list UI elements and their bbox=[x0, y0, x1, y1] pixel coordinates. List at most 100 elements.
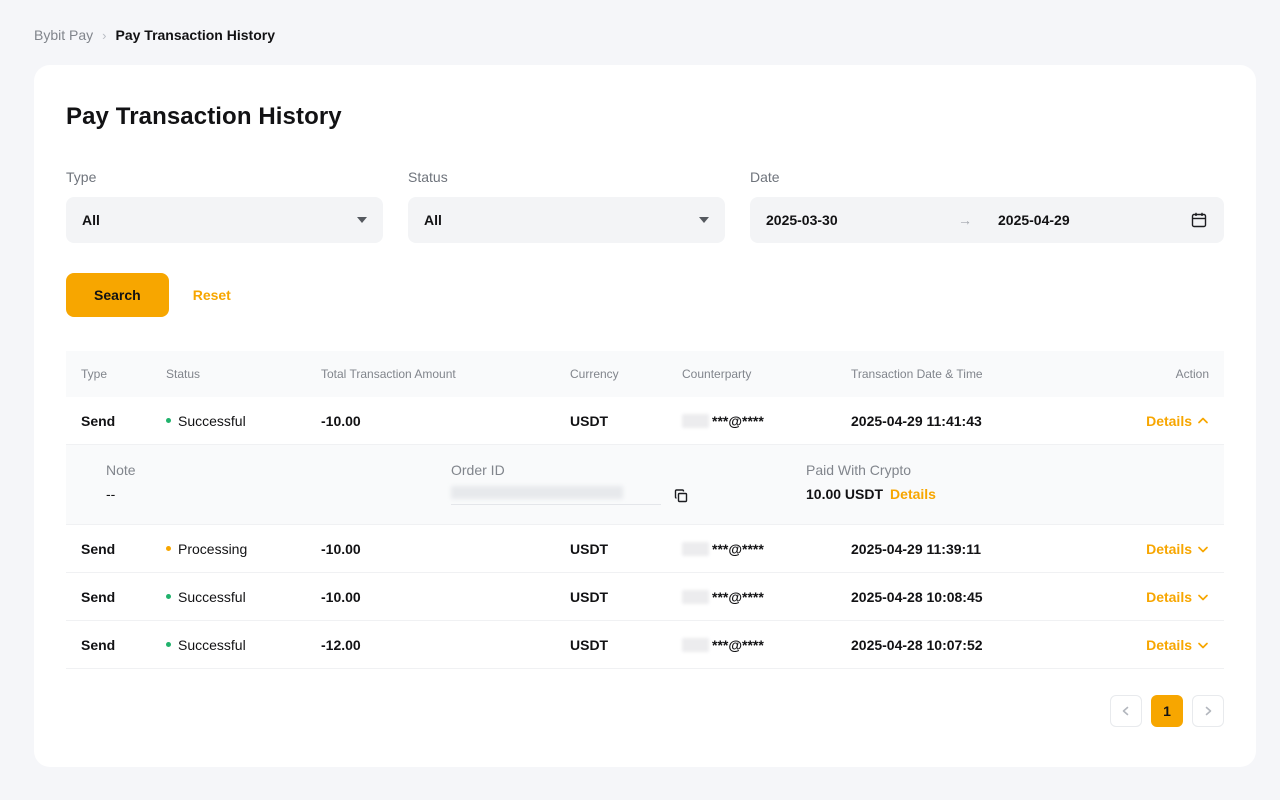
breadcrumb-parent[interactable]: Bybit Pay bbox=[34, 27, 93, 43]
status-dot-icon bbox=[166, 418, 171, 423]
status-dot-icon bbox=[166, 594, 171, 599]
details-toggle[interactable]: Details bbox=[1109, 541, 1209, 557]
chevron-up-icon bbox=[1197, 415, 1209, 427]
pagination: 1 bbox=[66, 695, 1224, 727]
paid-with-crypto-label: Paid With Crypto bbox=[806, 462, 1209, 478]
cell-status: Processing bbox=[166, 541, 321, 557]
cell-counterparty: ***@**** bbox=[682, 589, 851, 605]
cell-amount: -10.00 bbox=[321, 589, 570, 605]
chevron-left-icon bbox=[1120, 705, 1132, 717]
cell-counterparty: ***@**** bbox=[682, 637, 851, 653]
search-button[interactable]: Search bbox=[66, 273, 169, 317]
header-type: Type bbox=[81, 367, 166, 381]
paid-amount: 10.00 USDT bbox=[806, 486, 883, 502]
cell-type: Send bbox=[81, 637, 166, 653]
date-filter: Date 2025-03-30 → 2025-04-29 bbox=[750, 169, 1224, 243]
header-action: Action bbox=[1109, 367, 1209, 381]
status-dot-icon bbox=[166, 546, 171, 551]
order-id-value bbox=[451, 486, 806, 505]
table-row: Send Successful -10.00 USDT ***@**** 202… bbox=[66, 397, 1224, 445]
note-label: Note bbox=[106, 462, 451, 478]
details-label: Details bbox=[1146, 589, 1192, 605]
chevron-right-icon bbox=[1202, 705, 1214, 717]
details-toggle[interactable]: Details bbox=[1109, 637, 1209, 653]
details-label: Details bbox=[1146, 637, 1192, 653]
table-row: Send Successful -10.00 USDT ***@**** 202… bbox=[66, 573, 1224, 621]
note-value: -- bbox=[106, 486, 451, 502]
date-start-value[interactable]: 2025-03-30 bbox=[766, 212, 958, 228]
cell-amount: -12.00 bbox=[321, 637, 570, 653]
copy-icon[interactable] bbox=[673, 488, 689, 504]
chevron-down-icon bbox=[1197, 543, 1209, 555]
header-counterparty: Counterparty bbox=[682, 367, 851, 381]
chevron-down-icon bbox=[357, 217, 367, 223]
status-filter-label: Status bbox=[408, 169, 725, 185]
cell-currency: USDT bbox=[570, 541, 682, 557]
cell-type: Send bbox=[81, 541, 166, 557]
status-text: Successful bbox=[178, 413, 246, 429]
date-filter-label: Date bbox=[750, 169, 1224, 185]
breadcrumb-separator-icon: › bbox=[102, 28, 106, 43]
transactions-table: Type Status Total Transaction Amount Cur… bbox=[66, 351, 1224, 669]
cell-currency: USDT bbox=[570, 589, 682, 605]
status-filter: Status All bbox=[408, 169, 725, 243]
table-header: Type Status Total Transaction Amount Cur… bbox=[66, 351, 1224, 397]
table-row: Send Successful -12.00 USDT ***@**** 202… bbox=[66, 621, 1224, 669]
main-card: Pay Transaction History Type All Status … bbox=[34, 65, 1256, 767]
cell-counterparty: ***@**** bbox=[682, 413, 851, 429]
cell-type: Send bbox=[81, 589, 166, 605]
status-dot-icon bbox=[166, 642, 171, 647]
cell-currency: USDT bbox=[570, 637, 682, 653]
pagination-page-1[interactable]: 1 bbox=[1151, 695, 1183, 727]
type-filter-select[interactable]: All bbox=[66, 197, 383, 243]
detail-paid-with-crypto: Paid With Crypto 10.00 USDT Details bbox=[806, 462, 1209, 505]
filters-row: Type All Status All Date 2025-03-30 → 20… bbox=[66, 169, 1224, 243]
redacted-text bbox=[682, 414, 709, 428]
cell-amount: -10.00 bbox=[321, 541, 570, 557]
counterparty-masked: ***@**** bbox=[712, 541, 764, 557]
type-filter-value: All bbox=[82, 212, 100, 228]
detail-note: Note -- bbox=[106, 462, 451, 505]
status-text: Processing bbox=[178, 541, 247, 557]
type-filter-label: Type bbox=[66, 169, 383, 185]
header-currency: Currency bbox=[570, 367, 682, 381]
cell-type: Send bbox=[81, 413, 166, 429]
details-label: Details bbox=[1146, 413, 1192, 429]
pagination-next-button[interactable] bbox=[1192, 695, 1224, 727]
cell-datetime: 2025-04-29 11:41:43 bbox=[851, 413, 1109, 429]
redacted-text bbox=[451, 486, 623, 499]
pagination-prev-button[interactable] bbox=[1110, 695, 1142, 727]
status-filter-select[interactable]: All bbox=[408, 197, 725, 243]
redacted-text bbox=[682, 590, 709, 604]
calendar-icon bbox=[1190, 211, 1208, 229]
reset-button[interactable]: Reset bbox=[183, 287, 241, 303]
cell-status: Successful bbox=[166, 413, 321, 429]
paid-details-link[interactable]: Details bbox=[890, 486, 936, 502]
cell-datetime: 2025-04-28 10:07:52 bbox=[851, 637, 1109, 653]
cell-amount: -10.00 bbox=[321, 413, 570, 429]
order-id-label: Order ID bbox=[451, 462, 806, 478]
cell-datetime: 2025-04-28 10:08:45 bbox=[851, 589, 1109, 605]
cell-currency: USDT bbox=[570, 413, 682, 429]
status-text: Successful bbox=[178, 589, 246, 605]
cell-datetime: 2025-04-29 11:39:11 bbox=[851, 541, 1109, 557]
cell-status: Successful bbox=[166, 589, 321, 605]
cell-status: Successful bbox=[166, 637, 321, 653]
cell-counterparty: ***@**** bbox=[682, 541, 851, 557]
detail-order-id: Order ID bbox=[451, 462, 806, 505]
details-toggle[interactable]: Details bbox=[1109, 413, 1209, 429]
details-toggle[interactable]: Details bbox=[1109, 589, 1209, 605]
date-end-value[interactable]: 2025-04-29 bbox=[998, 212, 1190, 228]
details-label: Details bbox=[1146, 541, 1192, 557]
counterparty-masked: ***@**** bbox=[712, 637, 764, 653]
expanded-detail-panel: Note -- Order ID Paid With Crypto bbox=[66, 445, 1224, 525]
status-filter-value: All bbox=[424, 212, 442, 228]
header-status: Status bbox=[166, 367, 321, 381]
date-range-picker[interactable]: 2025-03-30 → 2025-04-29 bbox=[750, 197, 1224, 243]
counterparty-masked: ***@**** bbox=[712, 589, 764, 605]
counterparty-masked: ***@**** bbox=[712, 413, 764, 429]
paid-with-crypto-value: 10.00 USDT Details bbox=[806, 486, 1209, 502]
header-amount: Total Transaction Amount bbox=[321, 367, 570, 381]
breadcrumb: Bybit Pay › Pay Transaction History bbox=[0, 0, 1280, 65]
redacted-text bbox=[682, 638, 709, 652]
